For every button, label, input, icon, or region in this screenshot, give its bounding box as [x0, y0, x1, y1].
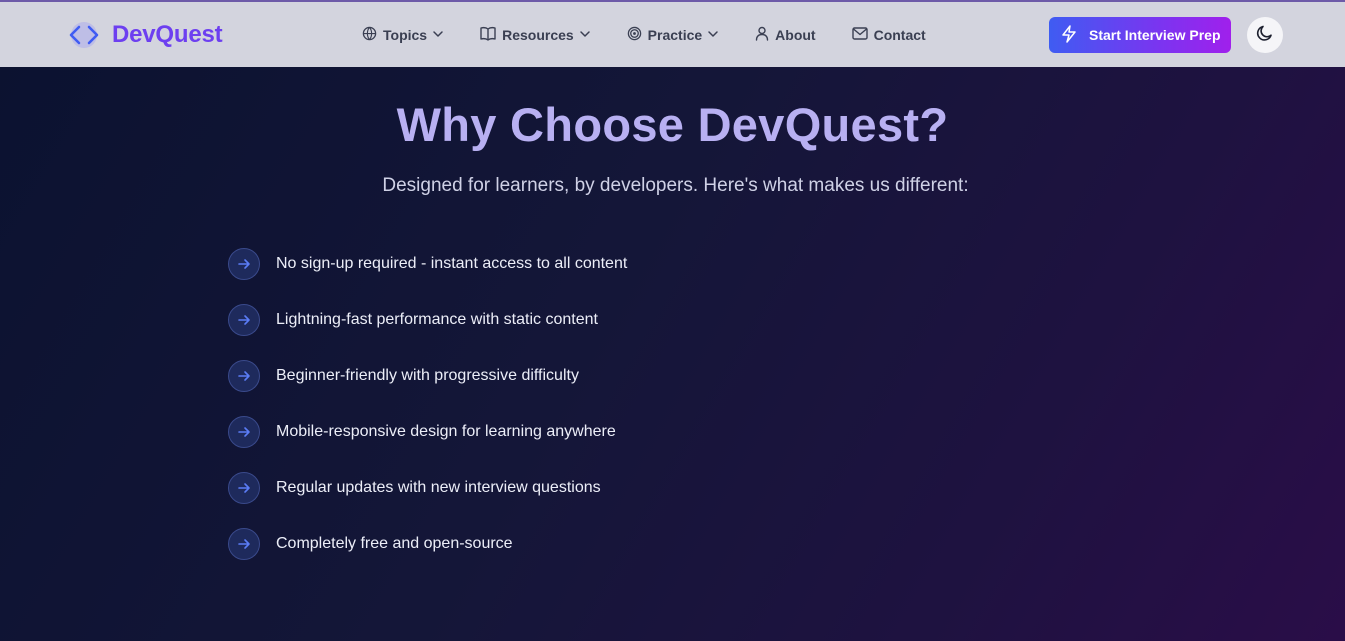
feature-item: Completely free and open-source	[228, 528, 627, 560]
mail-icon	[851, 26, 868, 43]
nav-item-about[interactable]: About	[755, 26, 816, 44]
nav-label-resources: Resources	[502, 26, 574, 43]
chevron-down-icon	[432, 27, 444, 43]
nav-item-topics[interactable]: Topics	[362, 26, 444, 44]
theme-toggle-button[interactable]	[1247, 17, 1283, 53]
arrow-right-icon	[228, 416, 260, 448]
feature-item: Mobile-responsive design for learning an…	[228, 416, 627, 448]
page-subtitle: Designed for learners, by developers. He…	[382, 175, 969, 196]
target-icon	[627, 26, 642, 44]
nav-links: Topics Resources Practice About Contact	[362, 2, 962, 67]
user-icon	[755, 26, 769, 44]
brand-logo[interactable]: DevQuest	[66, 2, 223, 67]
cta-label: Start Interview Prep	[1089, 27, 1221, 43]
feature-text: Beginner-friendly with progressive diffi…	[276, 367, 579, 384]
nav-item-contact[interactable]: Contact	[851, 26, 926, 43]
book-icon	[480, 26, 496, 44]
start-interview-prep-button[interactable]: Start Interview Prep	[1049, 17, 1231, 53]
navbar: DevQuest Topics Resources Practice About…	[0, 2, 1345, 67]
chevron-down-icon	[579, 27, 591, 43]
feature-text: No sign-up required - instant access to …	[276, 255, 628, 272]
nav-label-practice: Practice	[647, 26, 703, 43]
arrow-right-icon	[228, 528, 260, 560]
lightning-icon	[1061, 24, 1077, 46]
globe-icon	[362, 26, 377, 44]
arrow-right-icon	[228, 472, 260, 504]
arrow-right-icon	[228, 248, 260, 280]
arrow-right-icon	[228, 304, 260, 336]
feature-item: Beginner-friendly with progressive diffi…	[228, 360, 627, 392]
nav-item-resources[interactable]: Resources	[480, 26, 591, 44]
feature-text: Completely free and open-source	[276, 535, 513, 552]
arrow-right-icon	[228, 360, 260, 392]
feature-item: Lightning-fast performance with static c…	[228, 304, 627, 336]
feature-item: No sign-up required - instant access to …	[228, 248, 627, 280]
moon-icon	[1256, 24, 1274, 47]
feature-list: No sign-up required - instant access to …	[228, 248, 627, 584]
feature-text: Mobile-responsive design for learning an…	[276, 423, 616, 440]
nav-label-topics: Topics	[383, 26, 428, 43]
feature-item: Regular updates with new interview quest…	[228, 472, 627, 504]
nav-label-about: About	[775, 26, 816, 43]
chevron-down-icon	[707, 27, 719, 43]
code-brackets-icon	[66, 20, 102, 50]
nav-label-contact: Contact	[873, 26, 926, 43]
feature-text: Regular updates with new interview quest…	[276, 479, 601, 496]
page-title: Why Choose DevQuest?	[396, 98, 949, 151]
feature-text: Lightning-fast performance with static c…	[276, 311, 598, 328]
brand-name: DevQuest	[112, 20, 223, 48]
nav-item-practice[interactable]: Practice	[627, 26, 719, 44]
